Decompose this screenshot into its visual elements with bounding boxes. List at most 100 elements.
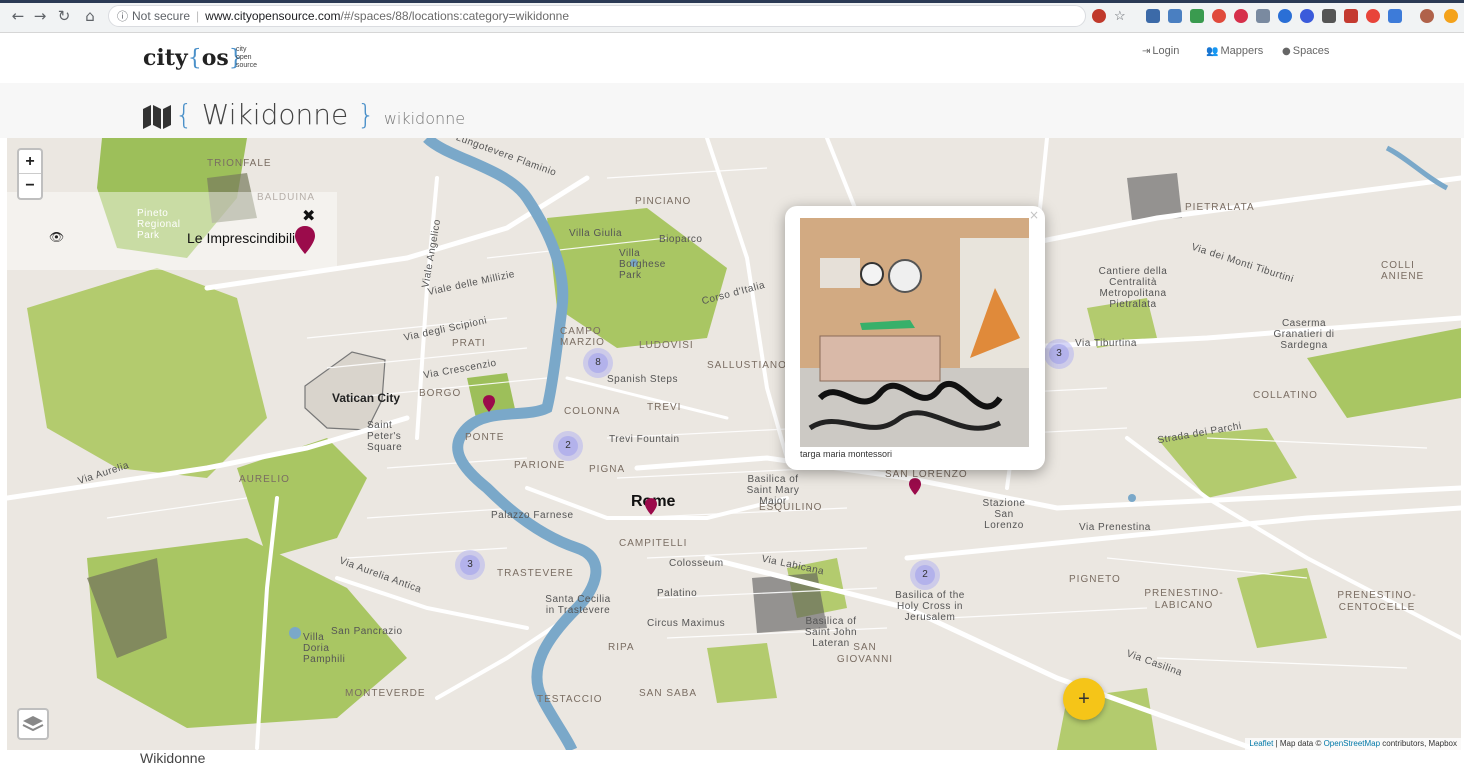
map-icon (143, 105, 171, 129)
district-label: BORGO (419, 388, 462, 399)
home-icon[interactable]: ⌂ (80, 6, 100, 26)
place-label: Saint Peter's Square (367, 420, 403, 453)
extension-icon[interactable] (1344, 9, 1358, 23)
district-label: PRATI (452, 338, 486, 349)
district-label: PIGNA (589, 464, 626, 475)
location-pin-icon[interactable] (295, 226, 315, 254)
place-label: Trevi Fountain (609, 434, 680, 445)
place-label: Basilica of Saint John Lateran (804, 616, 858, 649)
district-label: SALLUSTIANO (707, 360, 787, 371)
place-label: Spanish Steps (607, 374, 678, 385)
location-pin-icon[interactable] (645, 498, 657, 515)
profile-avatar[interactable] (1420, 9, 1434, 23)
openstreetmap-link[interactable]: OpenStreetMap (1324, 739, 1380, 748)
extension-icon[interactable] (1366, 9, 1380, 23)
district-label: PRENESTINO-LABICANO (1144, 588, 1224, 611)
legend-category-label[interactable]: Le Imprescindibili (187, 230, 295, 246)
nav-login[interactable]: ⇥ Login (1142, 45, 1179, 57)
district-label: TRIONFALE (207, 158, 272, 169)
district-label: PINCIANO (635, 196, 692, 207)
district-label: TREVI (647, 402, 682, 413)
district-label: PRENESTINO-CENTOCELLE (1337, 590, 1417, 613)
info-icon[interactable]: ⓘ (117, 10, 128, 23)
site-logo[interactable]: city{os} (143, 45, 243, 71)
location-popup: × targa maria montessori (785, 206, 1045, 470)
pinterest-icon[interactable] (1234, 9, 1248, 23)
place-label: Circus Maximus (647, 618, 726, 629)
extension-icon[interactable] (1300, 9, 1314, 23)
add-location-button[interactable]: + (1063, 678, 1105, 720)
place-label: Santa Cecilia in Trastevere (545, 594, 611, 616)
marker-cluster[interactable]: 3 (455, 550, 485, 580)
zoom-in-button[interactable]: + (19, 150, 41, 174)
map-attribution: Leaflet | Map data © OpenStreetMap contr… (1245, 738, 1461, 750)
popup-close-button[interactable]: × (1029, 208, 1039, 222)
extension-icon[interactable] (1146, 9, 1160, 23)
extension-icon[interactable] (1212, 9, 1226, 23)
extension-icon[interactable] (1322, 9, 1336, 23)
url-path: /#/spaces/88/locations:category=wikidonn… (340, 9, 570, 23)
place-label: Basilica of Saint Mary Major (746, 474, 800, 507)
window-frame (0, 0, 1464, 3)
map-canvas[interactable]: TRIONFALE BALDUINA PINCIANO PRATI CAMPO … (7, 138, 1461, 750)
nav-spaces[interactable]: ● Spaces (1282, 45, 1329, 57)
place-label: Caserma Granatieri di Sardegna (1273, 318, 1335, 351)
nav-mappers[interactable]: 👥 Mappers (1206, 45, 1263, 57)
place-label: Palatino (657, 588, 698, 599)
reload-icon[interactable]: ↻ (54, 6, 74, 26)
road-label: Via Tiburtina (1075, 338, 1137, 349)
security-label: Not secure (132, 9, 191, 23)
place-label: Stazione San Lorenzo (982, 498, 1026, 531)
extension-icon[interactable] (1388, 9, 1402, 23)
district-label: AURELIO (239, 474, 290, 485)
district-label: MONTEVERDE (345, 688, 426, 699)
district-label: PIETRALATA (1185, 202, 1255, 213)
place-label: Bioparco (659, 234, 703, 245)
marker-cluster[interactable]: 3 (1044, 339, 1074, 369)
road-label: Via Prenestina (1079, 522, 1151, 533)
district-label: PONTE (465, 432, 505, 443)
place-label: Cantiere della Centralità Metropolitana … (1098, 266, 1168, 310)
leaflet-link[interactable]: Leaflet (1249, 739, 1273, 748)
extension-icon[interactable] (1168, 9, 1182, 23)
place-label: Basilica of the Holy Cross in Jerusalem (895, 590, 965, 623)
district-label: COLONNA (564, 406, 621, 417)
zoom-control: + − (17, 148, 43, 200)
page-title: { Wikidonne } wikidonne (175, 98, 466, 131)
page-slug: wikidonne (383, 109, 466, 128)
place-label: Villa Giulia (569, 228, 623, 239)
eye-icon[interactable]: 👁 (49, 230, 64, 244)
place-label: Villa Borghese Park (619, 248, 666, 281)
marker-cluster[interactable]: 8 (583, 348, 613, 378)
title-band: { Wikidonne } wikidonne (0, 83, 1464, 138)
star-icon[interactable]: ☆ (1114, 9, 1128, 23)
extension-icon[interactable] (1256, 9, 1270, 23)
district-label: COLLI ANIENE (1381, 260, 1425, 282)
extension-icon[interactable] (1278, 9, 1292, 23)
browser-toolbar: ← → ↻ ⌂ ⓘ Not secure | www.cityopensource.c… (0, 0, 1464, 33)
district-label: SAN SABA (639, 688, 698, 699)
district-label: TESTACCIO (537, 694, 603, 705)
district-label: SAN LORENZO (885, 469, 968, 480)
translate-icon[interactable] (1092, 9, 1106, 23)
place-label: Colosseum (669, 558, 724, 569)
globe-icon: ● (1282, 46, 1291, 57)
close-icon[interactable]: ✖ (302, 206, 315, 225)
marker-cluster[interactable]: 2 (910, 560, 940, 590)
site-header: city{os} city open source ⇥ Login 👥 Mappers … (0, 33, 1464, 83)
back-icon[interactable]: ← (8, 6, 28, 26)
location-pin-icon[interactable] (909, 478, 921, 495)
layers-control[interactable] (17, 708, 49, 740)
zoom-out-button[interactable]: − (19, 174, 41, 198)
location-pin-icon[interactable] (483, 395, 495, 412)
extension-icon[interactable] (1190, 9, 1204, 23)
url-host: www.cityopensource.com (205, 9, 341, 23)
logo-subtitle: city open source (236, 46, 258, 69)
chrome-menu-icon[interactable] (1444, 9, 1458, 23)
vatican-label: Vatican City (332, 391, 401, 405)
marker-cluster[interactable]: 2 (553, 431, 583, 461)
forward-icon[interactable]: → (30, 6, 50, 26)
district-label: PIGNETO (1069, 574, 1121, 585)
address-bar[interactable]: ⓘ Not secure | www.cityopensource.com/#/spa… (108, 5, 1086, 27)
location-photo[interactable] (800, 218, 1029, 447)
